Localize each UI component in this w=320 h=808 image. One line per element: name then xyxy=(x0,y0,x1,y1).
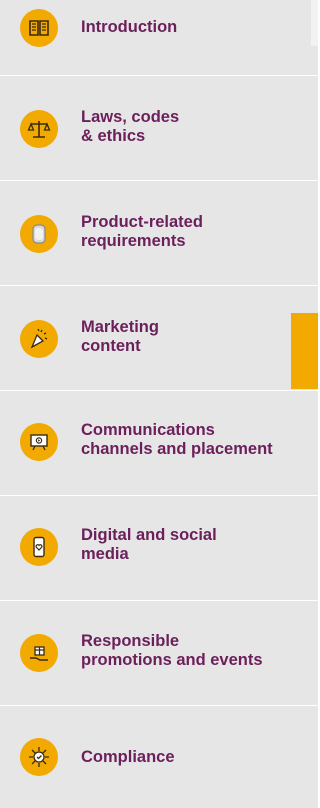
nav-item-introduction[interactable]: Introduction xyxy=(0,0,318,75)
nav-item-label: Product-related requirements xyxy=(81,213,203,250)
bottle-icon xyxy=(20,215,58,253)
active-item-indicator xyxy=(291,313,318,389)
nav-item-product-related-requirements[interactable]: Product-related requirements xyxy=(0,181,318,285)
nav-item-label: Communications channels and placement xyxy=(81,421,273,458)
section-nav: Introduction Laws, codes & ethics Produc… xyxy=(0,0,318,808)
nav-item-label: Digital and social media xyxy=(81,526,217,563)
nav-item-communications-channels[interactable]: Communications channels and placement xyxy=(0,391,318,495)
scales-icon xyxy=(20,110,58,148)
nav-item-label: Marketing content xyxy=(81,318,159,355)
nav-item-label: Introduction xyxy=(81,18,178,36)
nav-item-compliance[interactable]: Compliance xyxy=(0,706,318,808)
nav-item-responsible-promotions[interactable]: Responsible promotions and events xyxy=(0,601,318,705)
party-popper-icon xyxy=(20,320,58,358)
screen-icon xyxy=(20,423,58,461)
nav-item-digital-social-media[interactable]: Digital and social media xyxy=(0,496,318,600)
nav-item-label: Responsible promotions and events xyxy=(81,632,263,669)
book-icon xyxy=(20,9,58,47)
nav-item-label: Laws, codes & ethics xyxy=(81,108,180,145)
compliance-icon xyxy=(20,738,58,776)
nav-item-label: Compliance xyxy=(81,748,175,766)
scrollbar-top[interactable] xyxy=(311,0,318,46)
nav-item-laws-codes-ethics[interactable]: Laws, codes & ethics xyxy=(0,76,318,180)
nav-item-marketing-content[interactable]: Marketing content xyxy=(0,286,318,390)
gift-hand-icon xyxy=(20,634,58,672)
phone-heart-icon xyxy=(20,528,58,566)
